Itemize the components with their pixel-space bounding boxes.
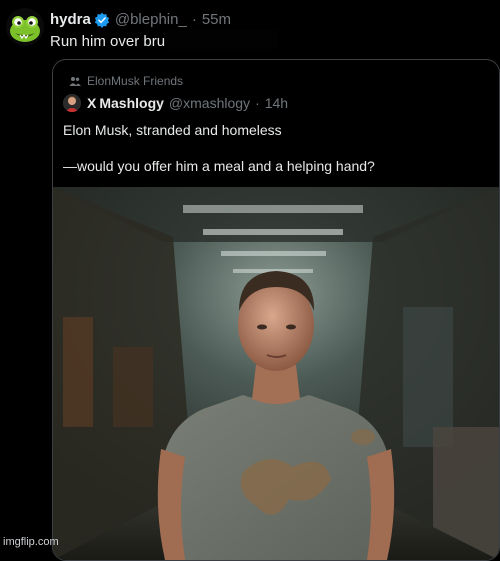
quote-separator: ·: [255, 95, 260, 111]
reply-time[interactable]: 55m: [202, 11, 231, 28]
community-people-icon: [69, 76, 81, 87]
reply-separator: ·: [191, 11, 197, 28]
community-name: ElonMusk Friends: [87, 74, 184, 88]
quote-text-line-2: —would you offer him a meal and a helpin…: [63, 158, 375, 174]
quote-text-line-1: Elon Musk, stranded and homeless: [63, 122, 282, 138]
quote-avatar[interactable]: [63, 94, 81, 112]
quote-display-name[interactable]: Mashlogy: [99, 95, 164, 111]
quote-text: Elon Musk, stranded and homeless —would …: [63, 121, 375, 175]
imgflip-watermark: imgflip.com: [3, 536, 59, 548]
quote-time[interactable]: 14h: [265, 95, 288, 111]
quoted-post-card[interactable]: ElonMusk Friends X Mashlogy @xmashlogy ·…: [52, 59, 500, 561]
green-frog-character-icon[interactable]: [6, 8, 44, 46]
redaction-block: [166, 30, 278, 49]
man-in-stained-tshirt-in-warehouse-image[interactable]: [53, 187, 499, 560]
quote-header: X Mashlogy @xmashlogy · 14h: [63, 94, 288, 112]
reply-handle[interactable]: @blephin_: [115, 11, 187, 28]
quote-handle[interactable]: @xmashlogy: [169, 95, 250, 111]
reply-header: hydra @blephin_ · 55m: [50, 11, 231, 28]
x-logo-icon: X: [87, 95, 97, 111]
reply-text: Run him over bruh: [50, 33, 174, 50]
community-label[interactable]: ElonMusk Friends: [69, 74, 183, 88]
verified-badge-icon: [94, 12, 110, 28]
reply-display-name[interactable]: hydra: [50, 11, 91, 28]
